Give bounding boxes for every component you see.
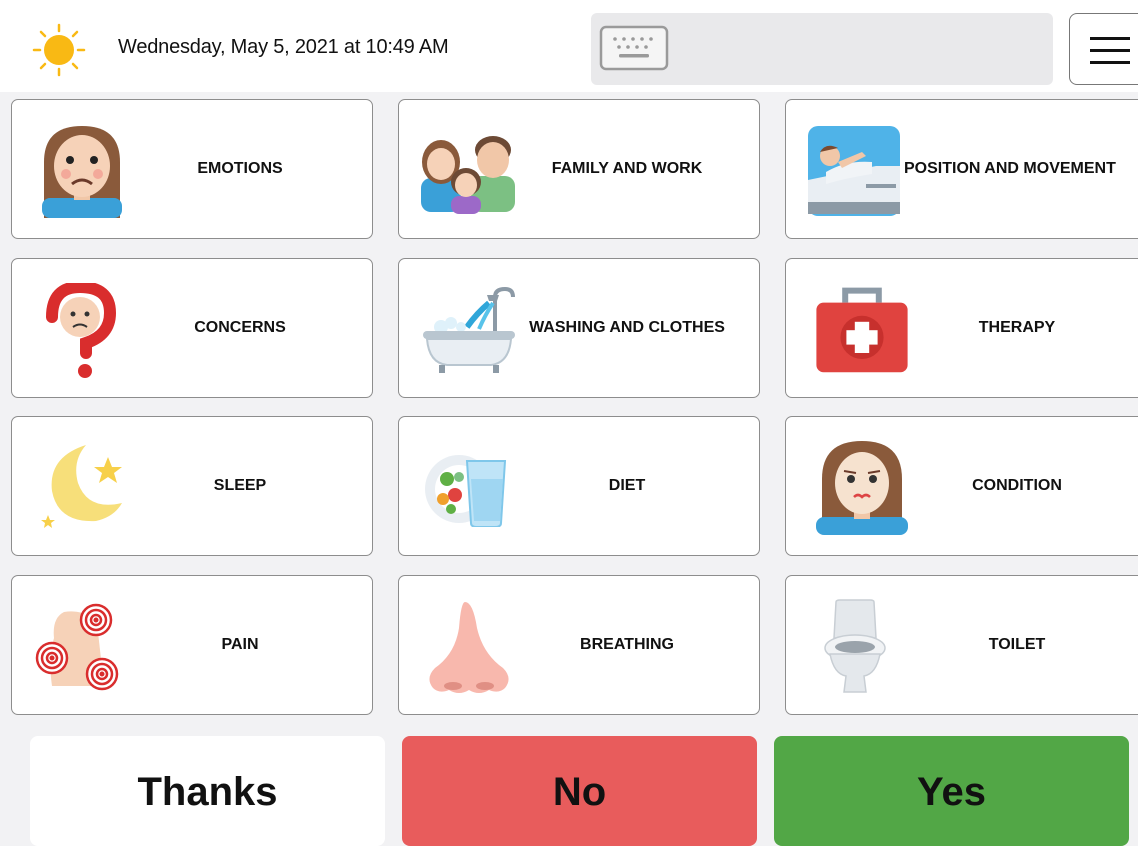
tile-condition[interactable]: CONDITION	[785, 416, 1138, 556]
text-input-bar[interactable]	[591, 13, 1053, 85]
tile-label: EMOTIONS	[197, 159, 283, 177]
tile-therapy[interactable]: THERAPY	[785, 258, 1138, 398]
tile-label: PAIN	[221, 635, 259, 653]
thanks-button[interactable]: Thanks	[30, 736, 385, 846]
yes-button[interactable]: Yes	[774, 736, 1129, 846]
sun-icon	[32, 23, 86, 77]
toilet-icon	[824, 599, 886, 693]
hospital-bed-icon	[808, 126, 900, 216]
tile-label: CONDITION	[972, 476, 1062, 494]
tile-label: CONCERNS	[194, 318, 286, 336]
tile-family-and-work[interactable]: FAMILY AND WORK	[398, 99, 760, 239]
tile-pain[interactable]: PAIN	[11, 575, 373, 715]
no-button[interactable]: No	[402, 736, 757, 846]
date-time-label: Wednesday, May 5, 2021 at 10:49 AM	[118, 36, 449, 58]
tile-label: BREATHING	[580, 635, 674, 653]
tile-label: POSITION AND MOVEMENT	[904, 159, 1116, 177]
tile-label: WASHING AND CLOTHES	[529, 318, 725, 336]
tile-label: TOILET	[988, 635, 1046, 653]
tile-toilet[interactable]: TOILET	[785, 575, 1138, 715]
tile-washing-and-clothes[interactable]: WASHING AND CLOTHES	[398, 258, 760, 398]
tile-diet[interactable]: DIET	[398, 416, 760, 556]
tile-label: THERAPY	[978, 318, 1056, 336]
tile-emotions[interactable]: EMOTIONS	[11, 99, 373, 239]
menu-button[interactable]	[1069, 13, 1138, 85]
hamburger-menu-icon	[1090, 37, 1130, 64]
tile-position-and-movement[interactable]: POSITION AND MOVEMENT	[785, 99, 1138, 239]
tile-breathing[interactable]: BREATHING	[398, 575, 760, 715]
tile-sleep[interactable]: SLEEP	[11, 416, 373, 556]
tile-label: DIET	[608, 476, 646, 494]
top-bar: Wednesday, May 5, 2021 at 10:49 AM	[0, 0, 1138, 92]
tile-label: FAMILY AND WORK	[551, 159, 703, 177]
tile-concerns[interactable]: CONCERNS	[11, 258, 373, 398]
keyboard-icon[interactable]	[599, 25, 669, 71]
question-mark-icon	[46, 283, 117, 378]
tile-label: SLEEP	[213, 476, 267, 494]
